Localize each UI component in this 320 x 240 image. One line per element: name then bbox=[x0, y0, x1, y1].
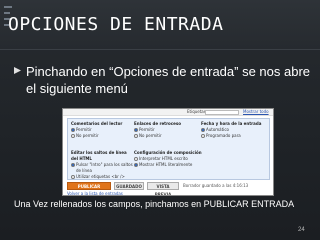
back-to-posts-link[interactable]: Volver a la lista de entradas bbox=[67, 191, 123, 195]
show-all-link[interactable]: Mostrar todo bbox=[243, 109, 269, 114]
radio-icon[interactable] bbox=[71, 134, 75, 138]
reader-comments-group: Comentarios del lector Permitir No permi… bbox=[71, 121, 131, 139]
preview-button[interactable]: VISTA PREVIA bbox=[147, 182, 179, 195]
screenshot-top-bar: Etiquetas: Mostrar todo bbox=[63, 109, 273, 116]
radio-selected-icon[interactable] bbox=[134, 128, 138, 132]
radio-icon[interactable] bbox=[134, 157, 138, 161]
title-band: OPCIONES DE ENTRADA bbox=[0, 0, 320, 50]
post-date-group: Fecha y hora de la entrada Automático Pr… bbox=[201, 121, 269, 139]
radio-option[interactable]: No permitir bbox=[134, 133, 198, 139]
slide-caption: Una Vez rellenados los campos, pinchamos… bbox=[14, 199, 295, 209]
editor-screenshot: Etiquetas: Mostrar todo Comentarios del … bbox=[62, 108, 274, 196]
backlinks-group: Enlaces de retroceso Permitir No permiti… bbox=[134, 121, 198, 139]
radio-option[interactable]: Mostrar HTML literalmente bbox=[134, 162, 202, 168]
radio-selected-icon[interactable] bbox=[201, 128, 205, 132]
draft-saved-note: Borrador guardado a las 4:16:13 bbox=[183, 183, 249, 188]
post-options-panel: Comentarios del lector Permitir No permi… bbox=[67, 118, 270, 180]
tags-input[interactable] bbox=[205, 110, 239, 115]
radio-option[interactable]: Programado para bbox=[201, 133, 269, 139]
slide-title: OPCIONES DE ENTRADA bbox=[8, 14, 224, 35]
bullet-text: Pinchando en “Opciones de entrada” se no… bbox=[26, 64, 311, 96]
radio-icon[interactable] bbox=[71, 175, 75, 179]
publish-button[interactable]: PUBLICAR ENTRADA bbox=[67, 182, 111, 195]
radio-option[interactable]: No permitir bbox=[71, 133, 131, 139]
radio-icon[interactable] bbox=[201, 134, 205, 138]
compose-settings-group: Configuración de composición Interpretar… bbox=[134, 150, 202, 168]
radio-icon[interactable] bbox=[134, 134, 138, 138]
line-breaks-group: Editar los saltos de línea del HTML Puls… bbox=[71, 150, 133, 180]
group-heading: Editar los saltos de línea del HTML bbox=[71, 150, 127, 161]
save-button[interactable]: GUARDADO bbox=[114, 182, 144, 190]
radio-selected-icon[interactable] bbox=[71, 128, 75, 132]
radio-selected-icon[interactable] bbox=[71, 163, 75, 167]
radio-selected-icon[interactable] bbox=[134, 163, 138, 167]
page-number: 24 bbox=[298, 227, 305, 233]
radio-option[interactable]: Pulsar "Intro" para los saltos de línea bbox=[71, 162, 133, 174]
screenshot-action-bar: PUBLICAR ENTRADA GUARDADO VISTA PREVIA B… bbox=[67, 182, 270, 195]
radio-option[interactable]: Utilizar etiquetas <br /> bbox=[71, 174, 133, 180]
